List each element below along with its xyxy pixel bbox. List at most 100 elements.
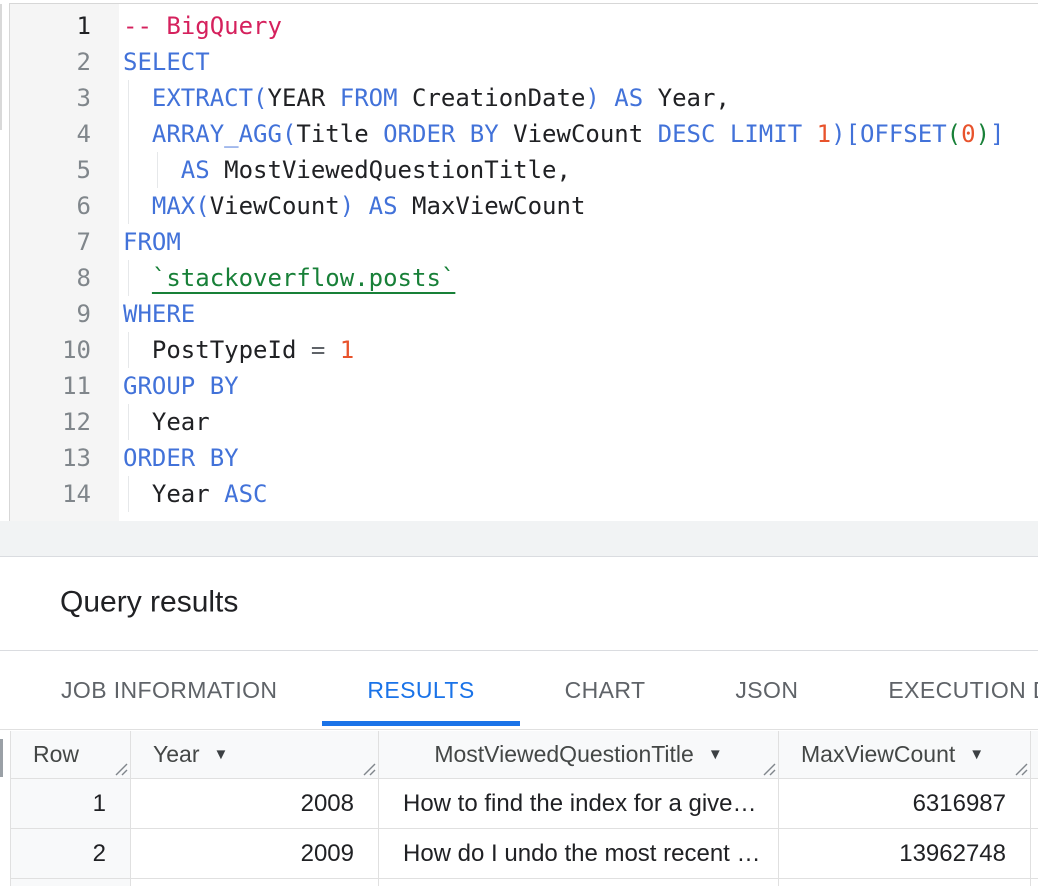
indent-guide [157, 152, 158, 188]
page-title: Query results [60, 586, 238, 620]
code-token: AS [614, 84, 643, 112]
code-token [600, 84, 614, 112]
code-line[interactable]: PostTypeId = 1 [119, 332, 1038, 368]
code-token: 1 [340, 336, 354, 364]
indent-guide [128, 260, 129, 296]
table-cell-filler [1031, 829, 1038, 878]
column-resize-handle-icon[interactable] [361, 761, 376, 776]
tab-chart[interactable]: CHART [520, 652, 691, 729]
indent-guide [128, 80, 129, 116]
code-line[interactable]: `stackoverflow.posts` [119, 260, 1038, 296]
code-line[interactable]: FROM [119, 224, 1038, 260]
left-scrollbar-fragment[interactable] [0, 4, 2, 130]
code-token: CreationDate [398, 84, 586, 112]
code-token: Year [123, 408, 210, 436]
column-header-label: MaxViewCount [801, 741, 955, 768]
code-line[interactable]: ARRAY_AGG(Title ORDER BY ViewCount DESC … [119, 116, 1038, 152]
tab-json[interactable]: JSON [690, 652, 843, 729]
panel-splitter[interactable] [0, 521, 1038, 557]
row-number-cell: 1 [11, 779, 131, 828]
query-results-header: Query results [0, 558, 1038, 651]
code-token: YEAR [268, 84, 340, 112]
table-cell: 2009 [131, 829, 379, 878]
tab-label: EXECUTION DETAILS [888, 677, 1038, 704]
column-resize-handle-icon[interactable] [761, 761, 776, 776]
code-token: WHERE [123, 300, 195, 328]
column-menu-caret-icon[interactable]: ▼ [969, 747, 984, 762]
table-cell: 6316987 [779, 779, 1031, 828]
code-area[interactable]: -- BigQuery SELECT EXTRACT(YEAR FROM Crea… [119, 4, 1038, 521]
indent-guide [128, 116, 129, 152]
code-token: ORDER BY [123, 444, 239, 472]
code-token: Year [123, 480, 224, 508]
code-token: ] [990, 120, 1004, 148]
column-menu-caret-icon[interactable]: ▼ [708, 747, 723, 762]
code-token: ) [340, 192, 354, 220]
column-header-label: Row [33, 741, 79, 768]
table-cell-filler [1031, 779, 1038, 828]
column-resize-handle-icon[interactable] [113, 761, 128, 776]
code-line[interactable]: MAX(ViewCount) AS MaxViewCount [119, 188, 1038, 224]
code-token: MostViewedQuestionTitle, [210, 156, 571, 184]
tab-job-information[interactable]: JOB INFORMATION [16, 652, 322, 729]
bigquery-console: 1234567891011121314 -- BigQuerySELECT EX… [0, 0, 1038, 886]
column-resize-handle-icon[interactable] [1013, 761, 1028, 776]
results-table: Row Year▼ MostViewedQuestionTitle ▼ MaxViewC… [10, 731, 1038, 886]
code-token: FROM [340, 84, 398, 112]
code-token: 0 [961, 120, 975, 148]
code-token: = [311, 336, 325, 364]
code-token [354, 192, 368, 220]
code-token: Title [296, 120, 383, 148]
line-number: 13 [10, 440, 119, 476]
code-line[interactable]: ORDER BY [119, 440, 1038, 476]
code-token [802, 120, 816, 148]
indent-guide [128, 188, 129, 224]
code-token: AS [369, 192, 398, 220]
column-header-label: MostViewedQuestionTitle [434, 741, 694, 768]
code-line[interactable]: AS MostViewedQuestionTitle, [119, 152, 1038, 188]
table-cell [131, 879, 379, 886]
code-line[interactable]: SELECT [119, 44, 1038, 80]
tab-label: JOB INFORMATION [61, 677, 277, 704]
code-line[interactable]: WHERE [119, 296, 1038, 332]
tab-label: RESULTS [367, 677, 474, 704]
column-header-filler [1031, 731, 1038, 778]
table-cell: How do I undo the most recent … [379, 829, 779, 878]
table-left-scrollbar-thumb[interactable] [0, 739, 3, 777]
code-line[interactable]: -- BigQuery [119, 8, 1038, 44]
table-body: 12008How to find the index for a give…63… [11, 779, 1038, 886]
tab-results[interactable]: RESULTS [322, 652, 519, 729]
results-tabs: JOB INFORMATION RESULTS CHART JSON EXECUTION… [0, 652, 1038, 730]
table-cell-filler [1031, 879, 1038, 886]
indent-guide [128, 152, 129, 188]
table-cell: How to find the index for a give… [379, 779, 779, 828]
table-header-row: Row Year▼ MostViewedQuestionTitle ▼ MaxViewC… [11, 731, 1038, 779]
code-line[interactable]: GROUP BY [119, 368, 1038, 404]
code-token: FROM [123, 228, 181, 256]
column-header-year: Year▼ [131, 731, 379, 778]
table-cell [379, 879, 779, 886]
line-number: 1 [10, 8, 119, 44]
code-token: MAX( [152, 192, 210, 220]
code-token: AS [181, 156, 210, 184]
line-number: 8 [10, 260, 119, 296]
code-line[interactable]: EXTRACT(YEAR FROM CreationDate) AS Year, [119, 80, 1038, 116]
code-token: ASC [224, 480, 267, 508]
table-row [11, 879, 1038, 886]
line-number: 3 [10, 80, 119, 116]
code-token: -- BigQuery [123, 12, 282, 40]
table-cell: 13962748 [779, 829, 1031, 878]
column-menu-caret-icon[interactable]: ▼ [213, 747, 228, 762]
code-line[interactable]: Year ASC [119, 476, 1038, 512]
sql-editor[interactable]: 1234567891011121314 -- BigQuerySELECT EX… [9, 3, 1038, 521]
code-token: 1 [817, 120, 831, 148]
tab-label: JSON [735, 677, 798, 704]
code-token: ) [976, 120, 990, 148]
line-number: 7 [10, 224, 119, 260]
line-number: 14 [10, 476, 119, 512]
tab-execution-details[interactable]: EXECUTION DETAILS [843, 652, 1038, 729]
table-cell: 2008 [131, 779, 379, 828]
code-line[interactable]: Year [119, 404, 1038, 440]
code-gutter: 1234567891011121314 [10, 4, 119, 521]
indent-guide [128, 476, 129, 512]
